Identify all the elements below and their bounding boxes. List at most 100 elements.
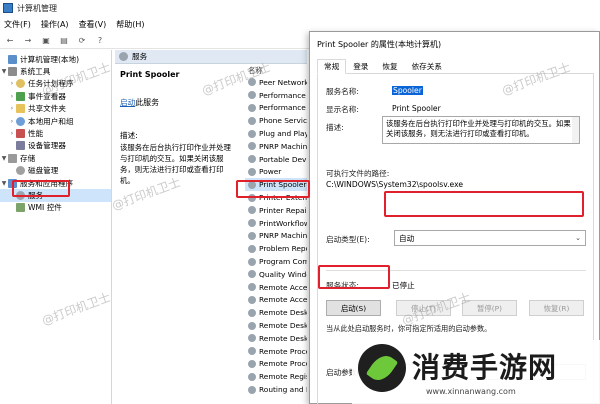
service-name-value[interactable]: Spooler xyxy=(392,86,423,95)
service-row[interactable]: Print Spooler xyxy=(245,178,307,192)
gear-icon xyxy=(248,155,256,164)
help-icon[interactable]: ? xyxy=(94,34,106,46)
properties-icon[interactable]: ▤ xyxy=(58,34,70,46)
site-logo: 消费手游网 www.xinnanwang.com xyxy=(352,340,600,404)
chevron-right-icon[interactable]: › xyxy=(8,130,16,137)
service-row[interactable]: Quality Windo xyxy=(245,268,307,281)
start-button[interactable]: 启动(S) xyxy=(326,300,381,316)
tree-label: 磁盘管理 xyxy=(28,166,59,176)
tree-label: 共享文件夹 xyxy=(28,104,66,114)
app-icon xyxy=(8,178,17,188)
tab-recovery[interactable]: 恢复 xyxy=(375,59,404,74)
service-row[interactable]: Remote Deskt xyxy=(245,306,307,319)
tree-item-services[interactable]: 服务 xyxy=(0,189,111,202)
logo-url: www.xinnanwang.com xyxy=(426,387,516,396)
window-title: 计算机管理 xyxy=(17,3,57,13)
gear-icon xyxy=(248,347,256,356)
service-row[interactable]: Phone Service xyxy=(245,114,307,127)
expand-icon[interactable]: ▼ xyxy=(0,180,8,187)
tree-item-wmi[interactable]: WMI 控件 xyxy=(0,202,111,214)
chevron-right-icon[interactable]: › xyxy=(8,80,16,87)
tree-label: 存储 xyxy=(20,153,36,163)
start-link-suffix: 此服务 xyxy=(135,98,160,107)
tree-item-disk-management[interactable]: 磁盘管理 xyxy=(0,165,111,177)
chevron-down-icon: ⌄ xyxy=(575,234,581,242)
expand-icon[interactable]: ▼ xyxy=(0,155,8,162)
tree-item-storage[interactable]: ▼ 存储 xyxy=(0,152,111,164)
gear-icon xyxy=(248,206,256,215)
back-button[interactable]: ← xyxy=(4,34,16,46)
service-row[interactable]: Remote Regis xyxy=(245,370,307,383)
service-row[interactable]: Remote Acces xyxy=(245,281,307,294)
service-row[interactable]: Remote Deskt xyxy=(245,319,307,332)
service-row[interactable]: PNRP Machine xyxy=(245,230,307,243)
service-row-label: Quality Windo xyxy=(259,269,307,279)
service-row-label: Remote Regis xyxy=(259,372,307,382)
up-icon[interactable]: ▣ xyxy=(40,34,52,46)
tab-dependencies[interactable]: 依存关系 xyxy=(405,59,449,74)
service-row-label: Program Com xyxy=(259,257,307,267)
service-row-label: Power xyxy=(259,167,282,177)
resume-button[interactable]: 恢复(R) xyxy=(529,300,584,316)
service-row[interactable]: PNRP Machine xyxy=(245,140,307,153)
status-value: 已停止 xyxy=(392,281,415,290)
service-row-label: Phone Service xyxy=(259,116,307,126)
gear-icon xyxy=(248,257,256,266)
tree-item-performance[interactable]: › 性能 xyxy=(0,127,111,139)
chevron-right-icon[interactable]: › xyxy=(8,118,16,125)
service-row[interactable]: Remote Deskt xyxy=(245,332,307,345)
tree-label: 服务和应用程序 xyxy=(20,178,74,188)
tab-general[interactable]: 常规 xyxy=(317,59,347,74)
tree-item-local-users[interactable]: › 本地用户和组 xyxy=(0,115,111,127)
computer-management-icon xyxy=(3,3,13,13)
pane-header: 服务 xyxy=(115,50,307,64)
service-row-label: Problem Repo xyxy=(259,244,307,254)
menu-action[interactable]: 操作(A) xyxy=(41,19,69,30)
menu-view[interactable]: 查看(V) xyxy=(79,19,107,30)
computer-icon xyxy=(8,54,17,64)
service-row[interactable]: Routing and R xyxy=(245,383,307,396)
description-box[interactable]: 该服务在后台执行打印作业并处理与打印机的交互。如果关闭该服务，则无法进行打印或查… xyxy=(382,116,580,144)
chevron-right-icon[interactable]: › xyxy=(8,105,16,112)
startup-type-select[interactable]: 自动 ⌄ xyxy=(394,230,586,246)
service-row[interactable]: Printer Repair xyxy=(245,204,307,217)
tree-item-shared-folders[interactable]: › 共享文件夹 xyxy=(0,103,111,115)
refresh-icon[interactable]: ⟳ xyxy=(76,34,88,46)
tree-item-services-apps[interactable]: ▼ 服务和应用程序 xyxy=(0,177,111,189)
folder-icon xyxy=(16,104,25,114)
service-row[interactable]: Remote Proce xyxy=(245,358,307,371)
display-name-value[interactable]: Print Spooler xyxy=(392,104,441,113)
description-scrollbar[interactable] xyxy=(572,117,579,143)
tree-item-device-manager[interactable]: 设备管理器 xyxy=(0,140,111,152)
menu-file[interactable]: 文件(F) xyxy=(4,19,31,30)
tab-logon[interactable]: 登录 xyxy=(346,59,375,74)
expand-icon[interactable]: ▼ xyxy=(0,68,8,75)
tools-icon xyxy=(8,67,17,77)
start-service-link[interactable]: 启动 xyxy=(120,98,135,107)
event-icon xyxy=(16,91,25,101)
tree-label: 性能 xyxy=(28,129,44,139)
service-row[interactable]: Power xyxy=(245,166,307,179)
service-row[interactable]: PrintWorkflow xyxy=(245,217,307,230)
users-icon xyxy=(16,116,25,126)
service-row[interactable]: Remote Acces xyxy=(245,294,307,307)
menu-help[interactable]: 帮助(H) xyxy=(116,19,144,30)
forward-button[interactable]: → xyxy=(22,34,34,46)
clock-icon xyxy=(16,79,25,89)
service-row[interactable]: Plug and Play xyxy=(245,127,307,140)
gear-icon xyxy=(248,167,256,176)
service-row[interactable]: Remote Proce xyxy=(245,345,307,358)
service-row[interactable]: Performance C xyxy=(245,89,307,102)
service-row[interactable]: Problem Repo xyxy=(245,242,307,255)
service-row[interactable]: Printer Extensi xyxy=(245,191,307,204)
service-row-label: Remote Deskt xyxy=(259,321,307,331)
chevron-right-icon[interactable]: › xyxy=(8,93,16,100)
service-row-label: Routing and R xyxy=(259,385,307,395)
service-row[interactable]: Portable Devi xyxy=(245,153,307,166)
gear-icon xyxy=(248,244,256,253)
service-row[interactable]: Performance C xyxy=(245,102,307,115)
perf-icon xyxy=(16,129,25,139)
service-row[interactable]: Program Com xyxy=(245,255,307,268)
tree-label: 设备管理器 xyxy=(28,141,66,151)
path-value[interactable]: C:\WINDOWS\System32\spoolsv.exe xyxy=(326,180,463,189)
